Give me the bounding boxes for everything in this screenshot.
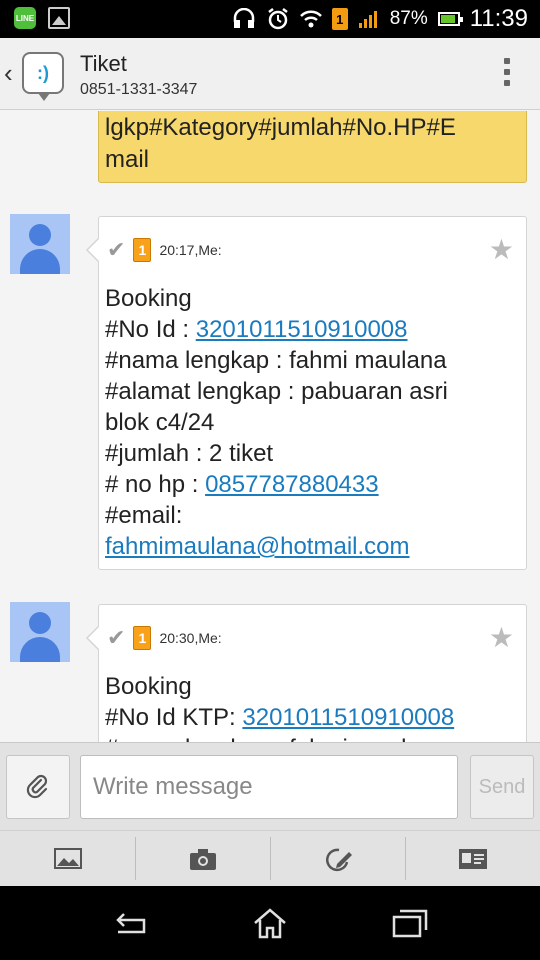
sim-icon: 1 xyxy=(133,238,152,262)
message-line: #email: xyxy=(105,502,183,529)
message-line: # no hp : 0857787880433 xyxy=(105,471,379,498)
message-line: #nama lengkap : fahmi maulana xyxy=(105,347,447,374)
message-input[interactable] xyxy=(81,756,457,818)
message-meta: ✔ 1 20:17,Me: xyxy=(107,237,222,263)
email-link[interactable]: fahmimaulana@hotmail.com xyxy=(105,533,410,560)
message-timestamp: 20:30,Me: xyxy=(159,630,222,646)
system-indicators: 1 87% 11:39 xyxy=(232,0,528,38)
message-line: Booking xyxy=(105,673,192,700)
message-text: Booking #No Id : 3201011510910008 #nama … xyxy=(105,283,520,562)
contact-card-icon xyxy=(458,848,487,869)
message-bubble[interactable]: ✔ 1 20:30,Me: ★ Booking #No Id KTP: 3201… xyxy=(86,604,527,742)
gallery-icon xyxy=(48,7,70,29)
take-photo-button[interactable] xyxy=(135,831,270,886)
back-icon[interactable] xyxy=(110,906,150,940)
message-composer: Send xyxy=(0,742,540,830)
line-app-icon: LINE xyxy=(14,7,36,29)
messaging-app-icon[interactable]: :) xyxy=(22,52,64,101)
gallery-icon xyxy=(53,847,82,869)
paperclip-icon xyxy=(26,774,48,799)
message-line: #No Id KTP: 3201011510910008 xyxy=(105,704,455,731)
sim-indicator-icon: 1 xyxy=(331,8,348,30)
id-number-link[interactable]: 3201011510910008 xyxy=(196,316,408,343)
attach-picture-button[interactable] xyxy=(0,831,135,886)
conversation-header: ‹ :) Tiket 0851-1331-3347 xyxy=(0,38,540,110)
recent-apps-icon[interactable] xyxy=(390,906,430,940)
message-text: Booking #No Id KTP: 3201011510910008 #na… xyxy=(105,671,520,742)
message-list[interactable]: lgkp#Kategory#jumlah#No.HP#E mail ✔ 1 20… xyxy=(0,111,540,742)
message-line: #alamat lengkap : pabuaran asri xyxy=(105,378,448,405)
home-icon[interactable] xyxy=(250,906,290,940)
notification-icons: LINE xyxy=(14,7,70,29)
status-bar: LINE 1 87% 11:39 xyxy=(0,0,540,38)
contact-number: 0851-1331-3347 xyxy=(80,81,198,98)
navigation-bar xyxy=(0,886,540,960)
sketch-button[interactable] xyxy=(270,831,405,886)
phone-number-link[interactable]: 0857787880433 xyxy=(205,471,379,498)
message-line: fahmimaulana@hotmail.com xyxy=(105,531,520,562)
sent-message-bubble[interactable]: lgkp#Kategory#jumlah#No.HP#E mail xyxy=(98,111,527,183)
message-meta: ✔ 1 20:30,Me: xyxy=(107,625,222,651)
wifi-icon xyxy=(299,10,322,28)
battery-icon xyxy=(437,12,463,26)
sketch-icon xyxy=(325,848,352,871)
message-timestamp: 20:17,Me: xyxy=(159,242,222,258)
avatar[interactable] xyxy=(10,602,70,662)
clock: 11:39 xyxy=(469,5,528,32)
message-line: #nama lengkap : fahmi maulana xyxy=(105,733,520,742)
id-number-link[interactable]: 3201011510910008 xyxy=(242,704,454,731)
attachment-toolbar xyxy=(0,830,540,886)
chevron-left-icon[interactable]: ‹ xyxy=(4,58,13,89)
overflow-menu-icon[interactable] xyxy=(504,58,510,86)
message-line: #No Id : 3201011510910008 xyxy=(105,316,408,343)
contact-name: Tiket xyxy=(80,51,127,76)
send-button[interactable]: Send xyxy=(470,755,534,819)
message-line: blok c4/24 xyxy=(105,409,215,436)
battery-percentage: 87% xyxy=(389,8,428,29)
check-icon: ✔ xyxy=(107,625,126,650)
message-line: #jumlah : 2 tiket xyxy=(105,440,274,467)
camera-icon xyxy=(189,848,216,870)
attach-button[interactable] xyxy=(6,755,70,819)
headset-icon xyxy=(233,8,254,28)
attach-contact-button[interactable] xyxy=(405,831,540,886)
alarm-icon xyxy=(267,8,288,30)
star-icon[interactable]: ★ xyxy=(489,621,514,654)
message-line: Booking xyxy=(105,285,192,312)
signal-icon xyxy=(358,11,377,28)
avatar[interactable] xyxy=(10,214,70,274)
message-bubble[interactable]: ✔ 1 20:17,Me: ★ Booking #No Id : 3201011… xyxy=(86,216,527,570)
star-icon[interactable]: ★ xyxy=(489,233,514,266)
sim-icon: 1 xyxy=(133,626,152,650)
message-input-box[interactable] xyxy=(80,755,458,819)
check-icon: ✔ xyxy=(107,237,126,262)
